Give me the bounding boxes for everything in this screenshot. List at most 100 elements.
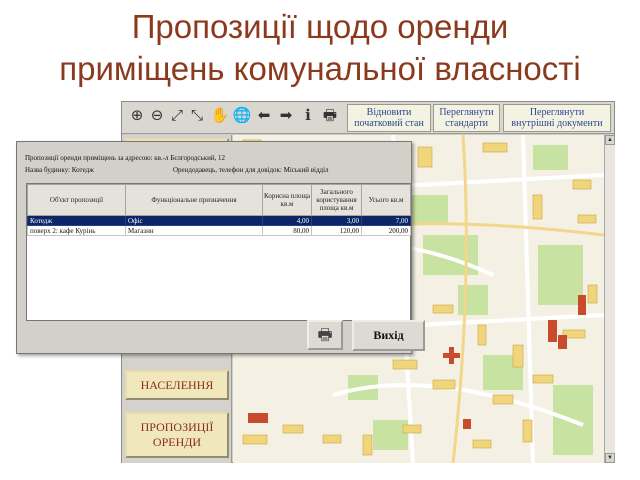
empty-cell — [126, 246, 263, 256]
empty-cell — [362, 286, 411, 296]
empty-table-row — [28, 266, 411, 276]
slide-title-line2: приміщень комунальної власності — [59, 50, 581, 87]
table-row[interactable]: Котедж Офіс 4,00 3,00 7,00 — [27, 215, 411, 226]
empty-cell — [126, 236, 263, 246]
view-standards-button[interactable]: Переглянути стандарти — [433, 104, 500, 132]
empty-table-row — [28, 306, 411, 316]
zoom-window-icon[interactable]: ⤢ — [167, 105, 187, 125]
printer-icon: 🖶 — [317, 325, 333, 344]
table-cell: 120,00 — [311, 225, 362, 236]
sidebar-button-rent-offers[interactable]: ПРОПОЗИЦІЇ ОРЕНДИ — [125, 412, 229, 458]
empty-cell — [362, 276, 411, 286]
table-cell: 80,00 — [262, 225, 312, 236]
restore-initial-state-button[interactable]: Відновити початковий стан — [347, 104, 431, 132]
table-cell: 3,00 — [311, 215, 362, 226]
empty-cell — [126, 256, 263, 266]
empty-table-row — [28, 286, 411, 296]
empty-cell — [362, 236, 411, 246]
table-cell: Офіс — [125, 215, 263, 226]
empty-cell — [312, 266, 362, 276]
printer-icon[interactable]: 🖶 — [320, 105, 340, 125]
slide-title-line1: Пропозиції щодо оренди — [131, 8, 509, 45]
zoom-extent-icon[interactable]: ⤡ — [187, 105, 207, 125]
empty-cell — [362, 246, 411, 256]
sidebar-button-population[interactable]: НАСЕЛЕННЯ — [125, 370, 229, 400]
empty-cell — [28, 256, 126, 266]
zoom-in-icon[interactable]: ⊕ — [127, 105, 147, 125]
empty-cell — [263, 266, 312, 276]
empty-cell — [28, 296, 126, 306]
empty-cell — [126, 266, 263, 276]
info-icon[interactable]: ℹ — [298, 105, 318, 125]
empty-cell — [312, 306, 362, 316]
empty-cell — [126, 286, 263, 296]
exit-button[interactable]: Вихід — [352, 320, 425, 351]
table-cell: Магазин — [125, 225, 263, 236]
empty-cell — [312, 296, 362, 306]
table-header-row: Об'єкт пропозиції Функціональне призначен… — [27, 184, 411, 216]
table-cell: поверх 2: кафе Курінь — [27, 225, 126, 236]
print-button[interactable]: 🖶 — [307, 320, 343, 350]
empty-cell — [28, 286, 126, 296]
table-cell: 200,00 — [361, 225, 411, 236]
empty-cell — [28, 236, 126, 246]
empty-cell — [312, 286, 362, 296]
empty-cell — [263, 246, 312, 256]
empty-cell — [362, 306, 411, 316]
empty-cell — [126, 296, 263, 306]
empty-cell — [263, 316, 312, 326]
empty-cell — [28, 276, 126, 286]
toolbar: ⊕ ⊖ ⤢ ⤡ ✋ 🌐 ⬅ ➡ ℹ 🖶 Відновити початковий стан Пер… — [122, 102, 614, 134]
empty-cell — [263, 286, 312, 296]
empty-cell — [126, 316, 263, 326]
table-body: Котедж Офіс 4,00 3,00 7,00 поверх 2: кафе Кур… — [27, 215, 411, 326]
table-cell: 7,00 — [361, 215, 411, 226]
empty-table-row — [28, 256, 411, 266]
empty-cell — [28, 266, 126, 276]
column-header[interactable]: Об'єкт пропозиції — [27, 184, 126, 216]
scroll-down-icon[interactable]: ▼ — [605, 453, 615, 463]
map-vertical-scrollbar[interactable]: ▲ ▼ — [604, 135, 615, 463]
empty-cell — [362, 296, 411, 306]
table-cell: Котедж — [27, 215, 126, 226]
view-internal-documents-button[interactable]: Переглянути внутрішні документи — [503, 104, 611, 132]
empty-cell — [126, 276, 263, 286]
empty-table-row — [28, 296, 411, 306]
empty-cell — [312, 256, 362, 266]
back-arrow-icon[interactable]: ⬅ — [254, 105, 274, 125]
empty-cell — [312, 236, 362, 246]
empty-table-row — [28, 276, 411, 286]
column-header[interactable]: Корисна площа кв.м — [262, 184, 312, 216]
column-header[interactable]: Усього кв.м — [361, 184, 411, 216]
empty-table-row — [28, 236, 411, 246]
globe-icon[interactable]: 🌐 — [232, 105, 252, 125]
empty-cell — [312, 276, 362, 286]
empty-table-row — [28, 246, 411, 256]
empty-cell — [362, 256, 411, 266]
dialog-building-line: Назва будинку: Котедж — [25, 166, 95, 174]
empty-cell — [263, 296, 312, 306]
empty-cell — [362, 266, 411, 276]
table-row[interactable]: поверх 2: кафе Курінь Магазин 80,00 120,00 2… — [27, 225, 411, 236]
scroll-up-icon[interactable]: ▲ — [605, 135, 615, 145]
column-header[interactable]: Функціональне призначення — [125, 184, 263, 216]
empty-cell — [28, 246, 126, 256]
empty-cell — [263, 276, 312, 286]
empty-cell — [28, 316, 126, 326]
dialog-address-line: Пропозиції оренди приміщень за адресою: … — [25, 154, 226, 162]
column-header[interactable]: Загального користування площа кв.м — [311, 184, 362, 216]
empty-cell — [28, 306, 126, 316]
empty-cell — [263, 306, 312, 316]
pan-hand-icon[interactable]: ✋ — [210, 105, 230, 125]
zoom-out-icon[interactable]: ⊖ — [147, 105, 167, 125]
empty-cell — [263, 236, 312, 246]
forward-arrow-icon[interactable]: ➡ — [276, 105, 296, 125]
rent-offers-table: Об'єкт пропозиції Функціональне призначен… — [26, 183, 411, 321]
empty-cell — [312, 246, 362, 256]
dialog-landlord-line: Орендодавець, телефон для довідок: Міськ… — [173, 166, 329, 174]
empty-cell — [263, 256, 312, 266]
empty-cell — [126, 306, 263, 316]
rent-offers-dialog: Пропозиції оренди приміщень за адресою: … — [16, 141, 425, 354]
table-cell: 4,00 — [262, 215, 312, 226]
slide-title: Пропозиції щодо оренди приміщень комунал… — [0, 6, 640, 90]
